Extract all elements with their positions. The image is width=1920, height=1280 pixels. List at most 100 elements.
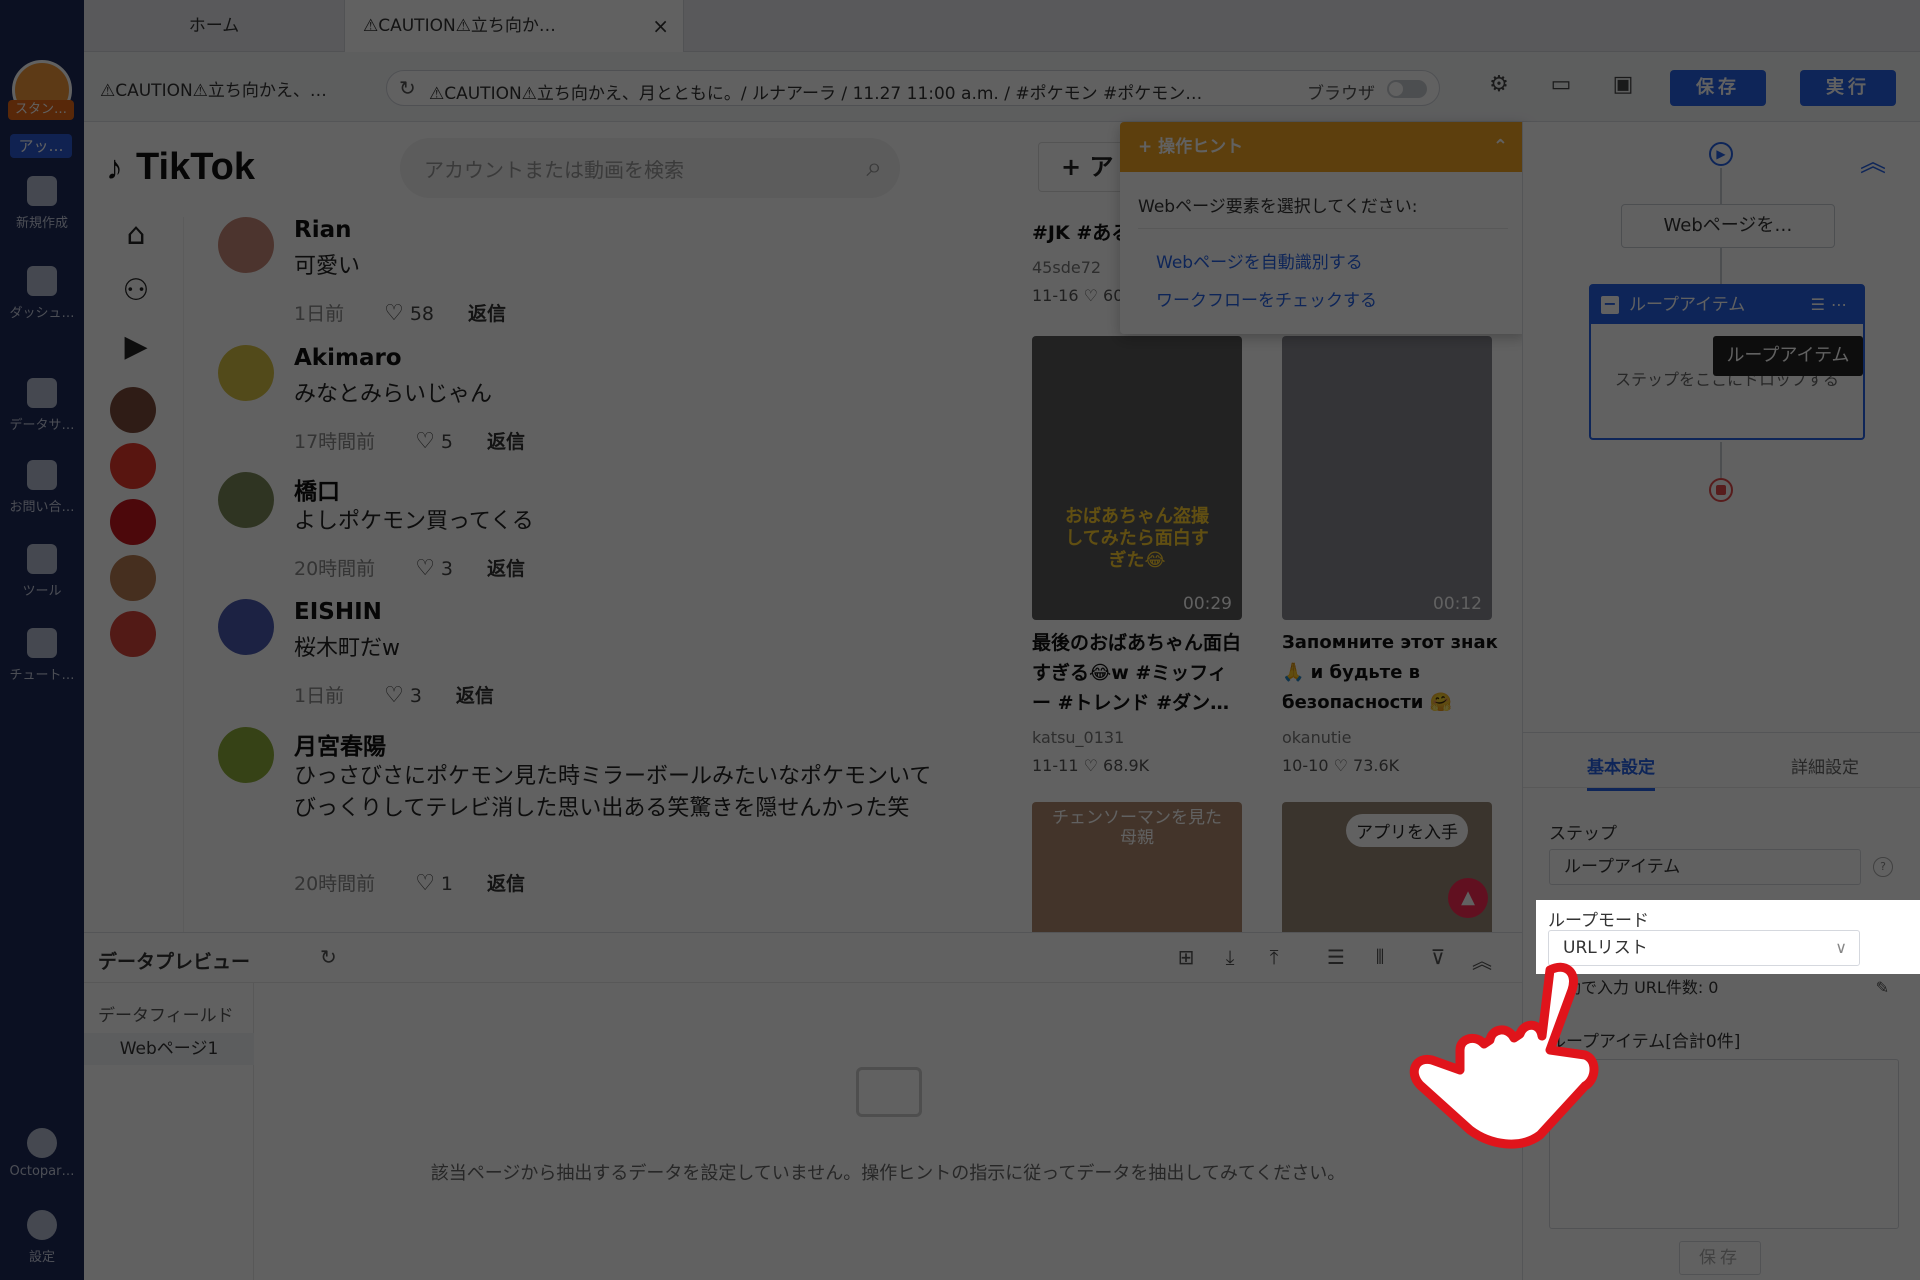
account-avatar[interactable] [110, 499, 156, 545]
video-thumbnail[interactable]: 00:12 [1282, 336, 1492, 620]
tab-home[interactable]: ホーム [84, 0, 344, 52]
heart-icon: ♡ [1333, 756, 1348, 775]
app-badge[interactable]: アッ… [10, 134, 72, 158]
video-title[interactable]: 最後のおばあちゃん面白すぎる😂w #ミッフィー #トレンド #ダン… [1032, 628, 1242, 718]
nav-tutorial[interactable]: チュート… [0, 628, 84, 683]
tiktok-search[interactable]: アカウントまたは動画を検索 ⌕ [400, 138, 900, 198]
comment-author[interactable]: 橋口 [294, 472, 340, 506]
account-avatar[interactable] [110, 387, 156, 433]
loop-items-list[interactable] [1549, 1059, 1899, 1229]
chevron-up-icon[interactable]: ⌃ [1493, 122, 1508, 172]
video-caption: おばあちゃん盗撮してみたら面白すぎた😂 [1065, 506, 1209, 571]
tiktok-logo[interactable]: ♪ TikTok [106, 146, 255, 189]
avatar[interactable] [218, 345, 274, 401]
list-view-icon[interactable]: ☰ [1324, 945, 1348, 969]
scroll-top-icon[interactable]: ▲ [1448, 878, 1488, 918]
heart-icon[interactable]: ♡ [415, 556, 435, 581]
data-page-item[interactable]: Webページ1 [84, 1033, 254, 1065]
url-bar[interactable]: ↻ ⚠CAUTION⚠立ち向かえ、月とともに。/ ルナアーラ / 11.27 1… [386, 70, 1440, 106]
heart-icon[interactable]: ♡ [415, 871, 435, 896]
video-author[interactable]: katsu_0131 [1032, 728, 1124, 747]
heart-icon[interactable]: ♡ [415, 429, 435, 454]
home-icon[interactable]: ⌂ [114, 217, 158, 261]
reply-button[interactable]: 返信 [456, 685, 494, 707]
chevron-double-up-icon[interactable]: ︽ [1860, 142, 1886, 179]
comment-author[interactable]: EISHIN [294, 599, 382, 625]
nav-dashboard[interactable]: ダッシュ… [0, 266, 84, 321]
panel-layout-icon[interactable]: ▣ [1608, 72, 1638, 102]
settings-save-button[interactable]: 保存 [1679, 1241, 1761, 1275]
pointing-hand-icon [1409, 962, 1599, 1149]
nav-new-task[interactable]: 新規作成 [0, 176, 84, 231]
video-duration: 00:12 [1433, 594, 1482, 614]
refresh-icon[interactable]: ↻ [320, 945, 337, 969]
tab-basic-settings[interactable]: 基本設定 [1587, 753, 1655, 791]
step-name-input[interactable]: ループアイテム [1549, 849, 1861, 885]
tab-advanced-settings[interactable]: 詳細設定 [1791, 753, 1859, 778]
comment-author[interactable]: Rian [294, 217, 352, 243]
nav-tools[interactable]: ツール [0, 544, 84, 599]
close-icon[interactable]: × [652, 0, 669, 52]
comment-author[interactable]: Akimaro [294, 345, 402, 371]
account-avatar[interactable] [110, 555, 156, 601]
get-app-button[interactable]: アプリを入手 [1346, 814, 1468, 847]
workflow-step-open-page[interactable]: Webページを… [1621, 204, 1835, 248]
empty-inbox-icon [856, 1067, 922, 1117]
save-button[interactable]: 保存 [1670, 70, 1766, 106]
support-headset-icon [27, 460, 57, 490]
search-input[interactable]: アカウントまたは動画を検索 [424, 154, 684, 183]
chevron-down-icon: ∨ [1835, 938, 1847, 957]
reply-button[interactable]: 返信 [468, 303, 506, 325]
workflow-end-icon [1709, 478, 1733, 502]
auto-detect-link[interactable]: Webページを自動識別する [1156, 248, 1363, 273]
heart-icon[interactable]: ♡ [384, 683, 404, 708]
video-author[interactable]: okanutie [1282, 728, 1351, 747]
reply-button[interactable]: 返信 [487, 558, 525, 580]
video-title[interactable]: #JK #ある [1032, 218, 1130, 248]
tab-current-page[interactable]: ⚠CAUTION⚠立ち向か… × [344, 0, 684, 52]
more-options-icon[interactable]: ☰⋯ [1811, 286, 1853, 324]
edit-icon[interactable]: ✎ [1876, 973, 1889, 1003]
export-icon[interactable]: ⤒ [1262, 945, 1286, 969]
divider [1138, 228, 1508, 229]
video-title[interactable]: Запомните этот знак 🙏 и будьте в безопас… [1282, 628, 1502, 718]
account-avatar[interactable] [110, 611, 156, 657]
run-button[interactable]: 実行 [1800, 70, 1896, 106]
video-thumbnail[interactable]: チェンソーマンを見た母親 [1032, 802, 1242, 932]
loop-header[interactable]: − ループアイテム ☰⋯ [1591, 286, 1863, 324]
video-thumbnail[interactable]: おばあちゃん盗撮してみたら面白すぎた😂 00:29 [1032, 336, 1242, 620]
collapse-icon[interactable]: − [1601, 296, 1619, 314]
live-video-icon[interactable]: ▶ [114, 329, 158, 373]
import-icon[interactable]: ⤓ [1218, 945, 1242, 969]
url-text[interactable]: ⚠CAUTION⚠立ち向かえ、月とともに。/ ルナアーラ / 11.27 11:… [429, 79, 1269, 104]
browser-window-icon[interactable]: ▭ [1546, 72, 1576, 102]
following-users-icon[interactable]: ⚇ [114, 273, 158, 317]
account-avatar[interactable] [110, 443, 156, 489]
nav-settings[interactable]: 設定 [0, 1210, 84, 1265]
step-label: ステップ [1549, 824, 1617, 844]
nav-about[interactable]: Octopar… [0, 1128, 84, 1179]
add-field-icon[interactable]: ⊞ [1174, 945, 1198, 969]
reply-button[interactable]: 返信 [487, 431, 525, 453]
avatar[interactable] [218, 217, 274, 273]
reply-button[interactable]: 返信 [487, 873, 525, 895]
reload-icon[interactable]: ↻ [399, 76, 416, 100]
search-icon[interactable]: ⌕ [866, 150, 882, 184]
avatar[interactable] [218, 472, 274, 528]
column-view-icon[interactable]: ⦀ [1368, 945, 1392, 969]
check-workflow-link[interactable]: ワークフローをチェックする [1156, 286, 1377, 311]
gear-icon [27, 1210, 57, 1240]
avatar[interactable] [218, 727, 274, 783]
comment-author[interactable]: 月宮春陽 [294, 727, 386, 761]
info-icon [27, 1128, 57, 1158]
hint-header: + 操作ヒント ⌃ [1120, 122, 1526, 172]
nav-data-service[interactable]: データサ… [0, 378, 84, 433]
avatar[interactable] [218, 599, 274, 655]
nav-support[interactable]: お問い合… [0, 460, 84, 515]
video-thumbnail[interactable]: アプリを入手 ▲ [1282, 802, 1492, 932]
browser-mode-toggle[interactable] [1387, 80, 1427, 98]
heart-icon[interactable]: ♡ [384, 301, 404, 326]
video-author[interactable]: 45sde72 [1032, 258, 1101, 277]
help-icon[interactable]: ? [1873, 857, 1893, 877]
gear-icon[interactable]: ⚙ [1484, 72, 1514, 102]
